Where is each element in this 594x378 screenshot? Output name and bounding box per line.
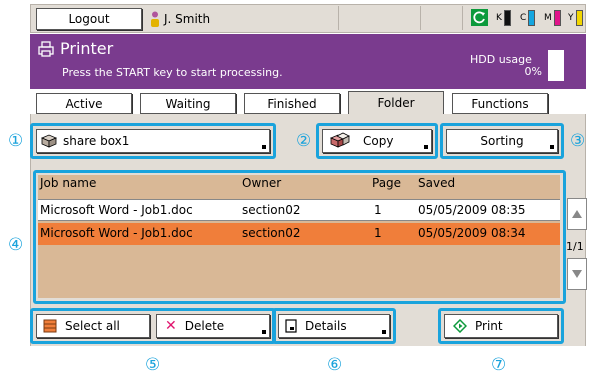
column-header-saved[interactable]: Saved [418,176,455,190]
menu-corner-icon [382,330,386,334]
toner-c: C [520,7,536,29]
table-row[interactable]: Microsoft Word - Job1.doc section02 1 05… [38,199,560,221]
toner-m: M [544,7,561,29]
share-box-button[interactable]: share box1 [36,129,270,153]
tab-finished[interactable]: Finished [244,93,340,114]
divider [420,6,421,30]
user-name: J. Smith [164,12,211,26]
details-button[interactable]: Details [278,314,390,338]
toner-letter: C [520,13,527,23]
sorting-button[interactable]: Sorting [446,129,558,153]
toner-level-bar [503,10,511,26]
toner-letter: M [544,13,552,23]
sorting-label: Sorting [480,134,524,148]
cell-saved: 05/05/2009 08:34 [418,226,526,240]
toner-y: Y [568,7,583,29]
callout-2: ② [296,131,312,151]
print-label: Print [475,319,503,333]
print-button[interactable]: Print [444,314,558,338]
refresh-icon[interactable] [471,9,488,26]
scroll-up-button[interactable] [567,198,587,230]
callout-3: ③ [570,131,586,151]
status-message: Press the START key to start processing. [62,66,283,79]
callout-1: ① [8,131,24,151]
cell-job-name: Microsoft Word - Job1.doc [40,203,193,217]
menu-corner-icon [262,145,266,149]
toner-k: K [496,7,511,29]
printer-icon [38,41,54,57]
delete-label: Delete [184,319,225,333]
divider [462,6,463,30]
arrow-down-icon [572,270,582,278]
table-row[interactable]: Microsoft Word - Job1.doc section02 1 05… [38,223,560,245]
divider [338,6,339,30]
document-icon [285,319,297,333]
scroll-down-button[interactable] [567,258,587,290]
column-header-job-name[interactable]: Job name [40,176,96,190]
arrow-up-icon [572,210,582,218]
copy-label: Copy [363,134,394,148]
copy-button[interactable]: Copy [322,129,432,153]
cell-page: 1 [374,226,382,240]
cell-saved: 05/05/2009 08:35 [418,203,526,217]
copy-icon [329,132,350,148]
menu-corner-icon [424,145,428,149]
callout-7: ⑦ [491,355,507,375]
callout-4: ④ [8,235,24,255]
cell-job-name: Microsoft Word - Job1.doc [40,226,193,240]
select-all-label: Select all [65,319,120,333]
menu-corner-icon [550,145,554,149]
cell-owner: section02 [242,203,301,217]
delete-x-icon: ✕ [165,318,177,334]
hdd-usage-gauge [548,50,564,81]
cell-owner: section02 [242,226,301,240]
toner-level-bar [575,10,583,26]
list-icon [43,319,57,333]
menu-corner-icon [262,330,266,334]
tab-active[interactable]: Active [36,93,132,114]
details-label: Details [305,319,347,333]
column-header-page[interactable]: Page [372,176,401,190]
toner-letter: Y [568,13,574,23]
column-header-owner[interactable]: Owner [242,176,281,190]
page-indicator: 1/1 [566,240,584,253]
select-all-button[interactable]: Select all [36,314,150,338]
hdd-usage-value: 0% [524,65,542,78]
delete-button[interactable]: ✕ Delete [156,314,270,338]
callout-5: ⑤ [145,355,161,375]
toner-level-bar [553,10,561,26]
toner-level-bar [528,10,536,26]
diamond-start-icon [453,319,467,333]
tab-waiting[interactable]: Waiting [140,93,236,114]
tab-functions[interactable]: Functions [452,93,548,114]
page-title: Printer [60,39,114,58]
user-icon [151,11,159,27]
tab-folder[interactable]: Folder [348,91,444,114]
callout-6: ⑥ [327,355,343,375]
folder-box-icon [41,134,57,148]
share-box-label: share box1 [63,134,130,148]
logout-button[interactable]: Logout [36,8,142,30]
toner-letter: K [496,13,502,23]
cell-page: 1 [374,203,382,217]
